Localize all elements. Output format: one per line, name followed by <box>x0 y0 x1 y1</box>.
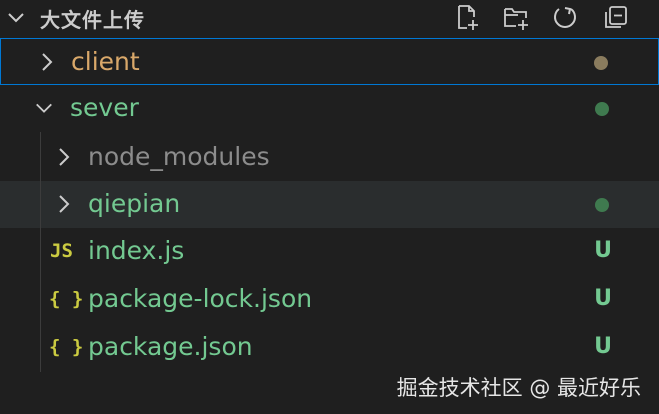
explorer-section-header[interactable]: 大文件上传 <box>0 0 659 36</box>
untracked-dot <box>595 198 609 212</box>
section-title: 大文件上传 <box>40 8 145 32</box>
modified-dot <box>594 56 608 70</box>
refresh-icon <box>554 7 576 28</box>
refresh-button[interactable] <box>550 2 580 32</box>
untracked-badge: U <box>594 238 612 263</box>
chevron-right-icon[interactable] <box>54 146 74 168</box>
untracked-dot <box>595 102 609 116</box>
tree-item-package-lock-json[interactable]: { } package-lock.json U <box>0 276 659 323</box>
javascript-file-icon: JS <box>50 240 73 262</box>
tree-item-label: package-lock.json <box>88 284 313 313</box>
untracked-badge: U <box>594 334 612 359</box>
tree-item-index-js[interactable]: JS index.js U <box>0 228 659 275</box>
watermark: 掘金技术社区 @ 最近好乐 <box>396 376 641 400</box>
tree-item-label: qiepian <box>88 189 181 218</box>
tree-item-label: sever <box>70 93 139 122</box>
tree-item-qiepian[interactable]: qiepian <box>0 181 659 228</box>
chevron-down-icon[interactable] <box>34 97 54 119</box>
tree-item-client[interactable]: client <box>0 38 659 85</box>
chevron-right-icon[interactable] <box>37 51 57 73</box>
indent-guide <box>40 132 41 372</box>
chevron-down-icon[interactable] <box>6 8 26 28</box>
collapse-all-icon <box>605 6 627 28</box>
tree-item-package-json[interactable]: { } package.json U <box>0 324 659 371</box>
tree-item-sever[interactable]: sever <box>0 85 659 132</box>
new-folder-icon <box>504 8 528 30</box>
json-file-icon: { } <box>49 288 84 310</box>
collapse-all-button[interactable] <box>601 2 631 32</box>
new-file-icon <box>458 5 478 30</box>
tree-item-label: index.js <box>88 236 185 265</box>
tree-item-label: client <box>71 47 140 76</box>
new-file-button[interactable] <box>452 2 482 32</box>
new-folder-button[interactable] <box>501 2 531 32</box>
tree-item-node-modules[interactable]: node_modules <box>0 134 659 181</box>
untracked-badge: U <box>594 286 612 311</box>
tree-item-label: package.json <box>88 332 253 361</box>
tree-item-label: node_modules <box>88 142 270 171</box>
json-file-icon: { } <box>49 336 84 358</box>
chevron-right-icon[interactable] <box>54 193 74 215</box>
